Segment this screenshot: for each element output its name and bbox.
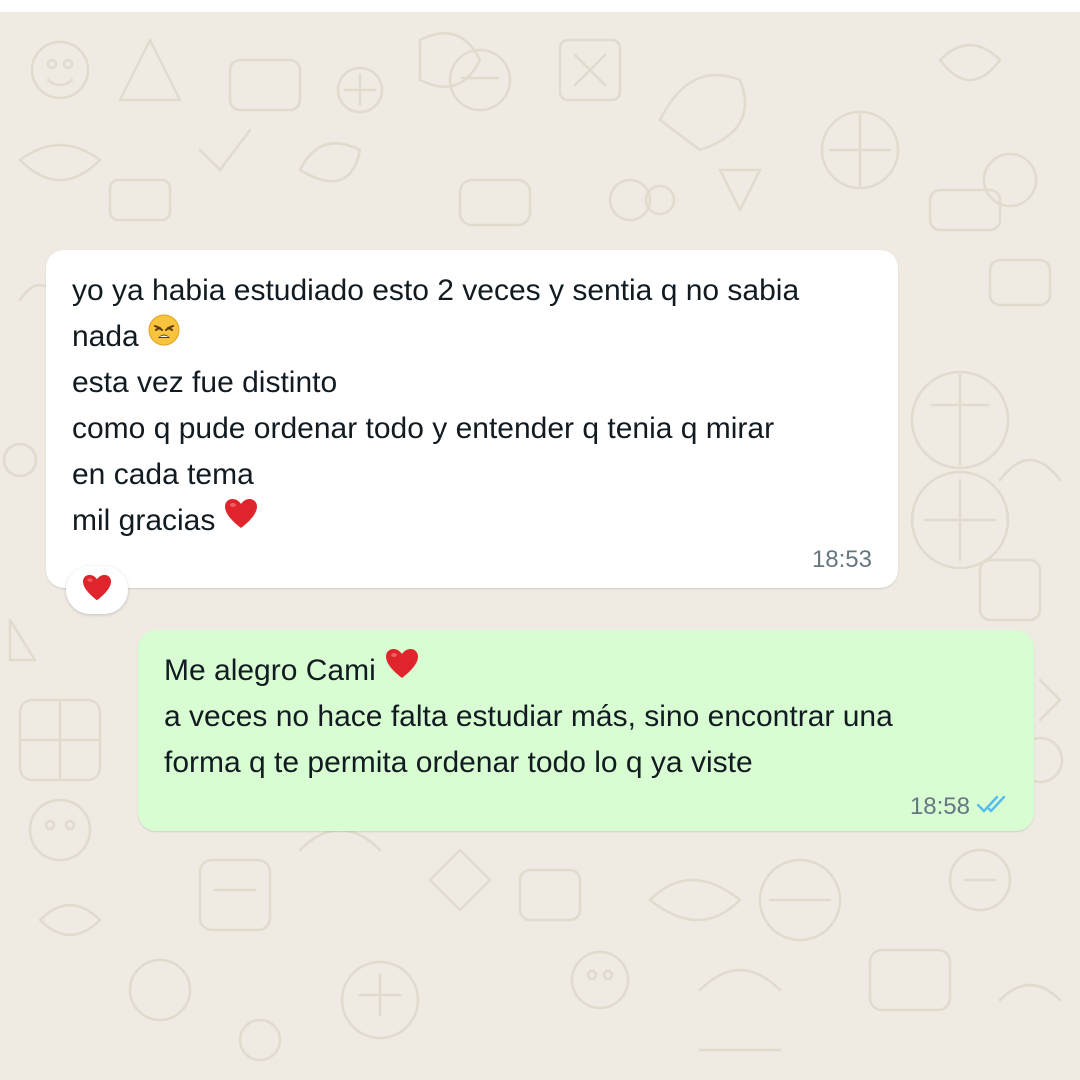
message-time: 18:58 — [909, 793, 970, 820]
message-meta: 18:58 — [910, 793, 1010, 821]
top-edge-strip — [0, 0, 1080, 12]
double-check-read-icon — [976, 793, 1010, 821]
message-line: como q pude ordenar todo y entender q te… — [72, 412, 775, 445]
weary-face-emoji — [148, 314, 180, 360]
message-line: mil gracias — [72, 498, 872, 544]
outgoing-message-bubble[interactable]: Me alegro Cami a veces no hace falta est… — [138, 630, 1034, 831]
message-line: yo ya habia estudiado esto 2 veces y sen… — [72, 274, 800, 307]
message-line: Me alegro Cami — [164, 648, 1008, 694]
message-line: forma q te permita ordenar todo lo q ya … — [164, 746, 753, 779]
red-heart-emoji — [224, 498, 258, 544]
message-line: en cada tema — [72, 458, 254, 491]
message-reaction[interactable] — [66, 566, 128, 614]
message-line: esta vez fue distinto — [72, 366, 338, 399]
red-heart-emoji — [82, 574, 112, 607]
red-heart-emoji — [385, 648, 419, 694]
message-meta: 18:53 — [812, 546, 872, 574]
message-line: a veces no hace falta estudiar más, sino… — [164, 700, 893, 733]
incoming-message-bubble[interactable]: yo ya habia estudiado esto 2 veces y sen… — [46, 250, 898, 588]
message-line: nada — [72, 314, 872, 360]
message-time: 18:53 — [811, 546, 872, 573]
